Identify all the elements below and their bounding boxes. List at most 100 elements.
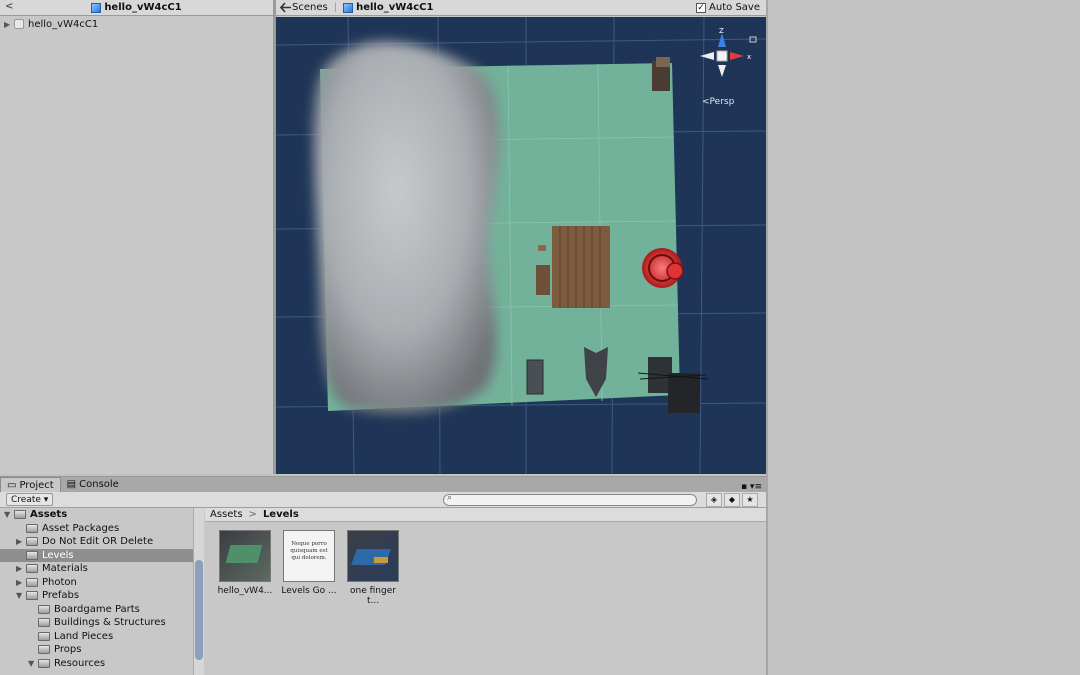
unity-cube-icon <box>343 2 354 13</box>
tree-folder-label: Boardgame Parts <box>54 603 140 615</box>
folder-icon <box>38 631 50 641</box>
project-toolbar: Create ▾ ⌕ ◈ ◆ ★ <box>0 492 766 508</box>
projection-toggle[interactable]: <Persp <box>702 97 734 107</box>
tree-folder-label: Assets <box>30 509 68 521</box>
tab-console-label: Console <box>79 479 119 490</box>
panel-menu-icon[interactable]: ▪ ▾≡ <box>741 482 762 492</box>
scene-panel: Scenes | hello_vW4cC1 ✓ Auto Save Z x <P… <box>276 0 766 474</box>
favorite-star-icon[interactable]: ★ <box>742 493 758 507</box>
tree-folder-label: Buildings & Structures <box>54 617 166 629</box>
tree-folder-label: Land Pieces <box>54 630 114 642</box>
crate-prop[interactable] <box>526 359 544 395</box>
asset-tile[interactable]: hello_vW4... <box>215 530 275 596</box>
tab-project[interactable]: ▭ Project <box>0 477 61 492</box>
expand-arrow-icon[interactable]: ▶ <box>16 578 26 587</box>
auto-save-label: Auto Save <box>709 2 760 13</box>
expand-arrow-icon[interactable]: ▶ <box>16 564 26 573</box>
hierarchy-panel: < hello_vW4cC1 ▶ hello_vW4cC1 <box>0 0 273 474</box>
tree-folder-label: Levels <box>42 549 74 561</box>
tree-folder-item[interactable]: Asset Packages <box>0 522 193 536</box>
folder-icon <box>26 577 38 587</box>
folder-icon <box>26 550 38 560</box>
tree-folder-item[interactable]: ▶ Photon <box>0 576 193 590</box>
tree-folder-item[interactable]: Buildings & Structures <box>0 616 193 630</box>
scene-thumbnail <box>219 530 271 582</box>
search-input[interactable]: ⌕ <box>443 493 697 506</box>
tab-console[interactable]: ▤ Console <box>61 477 125 492</box>
gizmo-z-label: Z <box>719 27 724 35</box>
auto-save-checkbox[interactable]: ✓ <box>696 2 707 13</box>
asset-label: Levels Go ... <box>281 586 337 596</box>
tree-folder-item[interactable]: Levels <box>0 548 193 562</box>
breadcrumb-separator: > <box>248 509 257 520</box>
folder-icon <box>26 564 38 574</box>
asset-tile[interactable]: one finger t... <box>343 530 403 606</box>
hierarchy-item[interactable]: ▶ hello_vW4cC1 <box>0 16 273 32</box>
hierarchy-title: hello_vW4cC1 <box>104 2 182 13</box>
tree-folder-item[interactable]: ▼ Assets <box>0 508 193 522</box>
tree-folder-item[interactable]: ▶ Do Not Edit OR Delete <box>0 535 193 549</box>
folder-icon <box>38 645 50 655</box>
scene-thumbnail <box>347 530 399 582</box>
gizmo-x-label: x <box>747 53 751 61</box>
asset-label: one finger t... <box>350 586 396 606</box>
tree-folder-item[interactable]: ▼ Prefabs <box>0 589 193 603</box>
breadcrumb: Assets > Levels <box>205 508 766 522</box>
folder-icon <box>38 604 50 614</box>
filter-type-icon[interactable]: ◈ <box>706 493 722 507</box>
asset-label: hello_vW4... <box>217 586 273 596</box>
tab-separator: | <box>333 2 338 13</box>
document-thumbnail: Neque porro quisquam est qui dolorem. <box>283 530 335 582</box>
tab-scenes-label: Scenes <box>292 2 328 13</box>
filter-label-icon[interactable]: ◆ <box>724 493 740 507</box>
tree-folder-item[interactable]: Boardgame Parts <box>0 603 193 617</box>
back-button[interactable]: < <box>5 1 13 12</box>
expand-arrow-icon[interactable]: ▼ <box>16 591 26 600</box>
tree-folder-item[interactable]: ▼ Resources <box>0 657 193 671</box>
asset-browser: Assets > Levels hello_vW4... Neque porro… <box>205 508 766 675</box>
projection-label: Persp <box>709 97 735 107</box>
rock-mesh[interactable] <box>313 41 499 413</box>
tree-folder-label: Asset Packages <box>42 522 120 534</box>
tree-scrollbar[interactable] <box>193 508 204 675</box>
tab-project-label: Project <box>19 479 54 491</box>
breadcrumb-levels[interactable]: Levels <box>263 509 299 520</box>
auto-save-toggle[interactable]: ✓ Auto Save <box>696 2 760 13</box>
expand-arrow-icon[interactable]: ▶ <box>4 20 14 29</box>
expand-arrow-icon[interactable]: ▶ <box>16 537 26 546</box>
folder-tree: ▼ Assets Asset Packages ▶ Do Not Edit OR Del… <box>0 508 193 675</box>
document-thumbnail-text: Neque porro quisquam est qui dolorem. <box>290 541 328 561</box>
hierarchy-item-label: hello_vW4cC1 <box>28 18 99 30</box>
create-button[interactable]: Create ▾ <box>6 493 54 506</box>
tree-folder-label: Materials <box>42 563 88 575</box>
expand-arrow-icon[interactable]: ▼ <box>28 659 38 668</box>
tree-folder-label: Resources <box>54 657 106 669</box>
asset-tile[interactable]: Neque porro quisquam est qui dolorem. Le… <box>279 530 339 596</box>
small-hut[interactable] <box>652 57 670 91</box>
search-icon: ⌕ <box>447 493 453 503</box>
folder-icon <box>26 537 38 547</box>
scrollbar-thumb[interactable] <box>195 560 203 660</box>
empty-right-area <box>766 0 1080 675</box>
gameobject-icon <box>14 19 24 29</box>
tab-scene-current[interactable]: hello_vW4cC1 <box>343 2 433 13</box>
tree-folder-item[interactable]: Props <box>0 643 193 657</box>
scenes-back-icon <box>280 2 291 13</box>
breadcrumb-assets[interactable]: Assets <box>210 509 243 520</box>
folder-icon <box>26 591 38 601</box>
persp-icon: < <box>702 97 710 107</box>
folder-icon: ▭ <box>7 479 17 491</box>
folder-icon <box>38 658 50 668</box>
scene-render[interactable] <box>276 17 766 474</box>
tree-folder-label: Prefabs <box>42 590 80 602</box>
tree-folder-item[interactable]: ▶ Materials <box>0 562 193 576</box>
hierarchy-header: < hello_vW4cC1 <box>0 0 273 16</box>
orientation-gizmo[interactable]: Z x <box>694 27 764 85</box>
folder-icon <box>14 510 26 520</box>
project-tabs: ▭ Project ▤ Console ▪ ▾≡ <box>0 477 766 492</box>
tree-folder-item[interactable]: Land Pieces <box>0 630 193 644</box>
expand-arrow-icon[interactable]: ▼ <box>4 510 14 519</box>
scene-viewport[interactable]: Z x <Persp <box>276 17 766 474</box>
unity-cube-icon <box>91 2 102 13</box>
tab-scenes[interactable]: Scenes <box>280 2 328 13</box>
